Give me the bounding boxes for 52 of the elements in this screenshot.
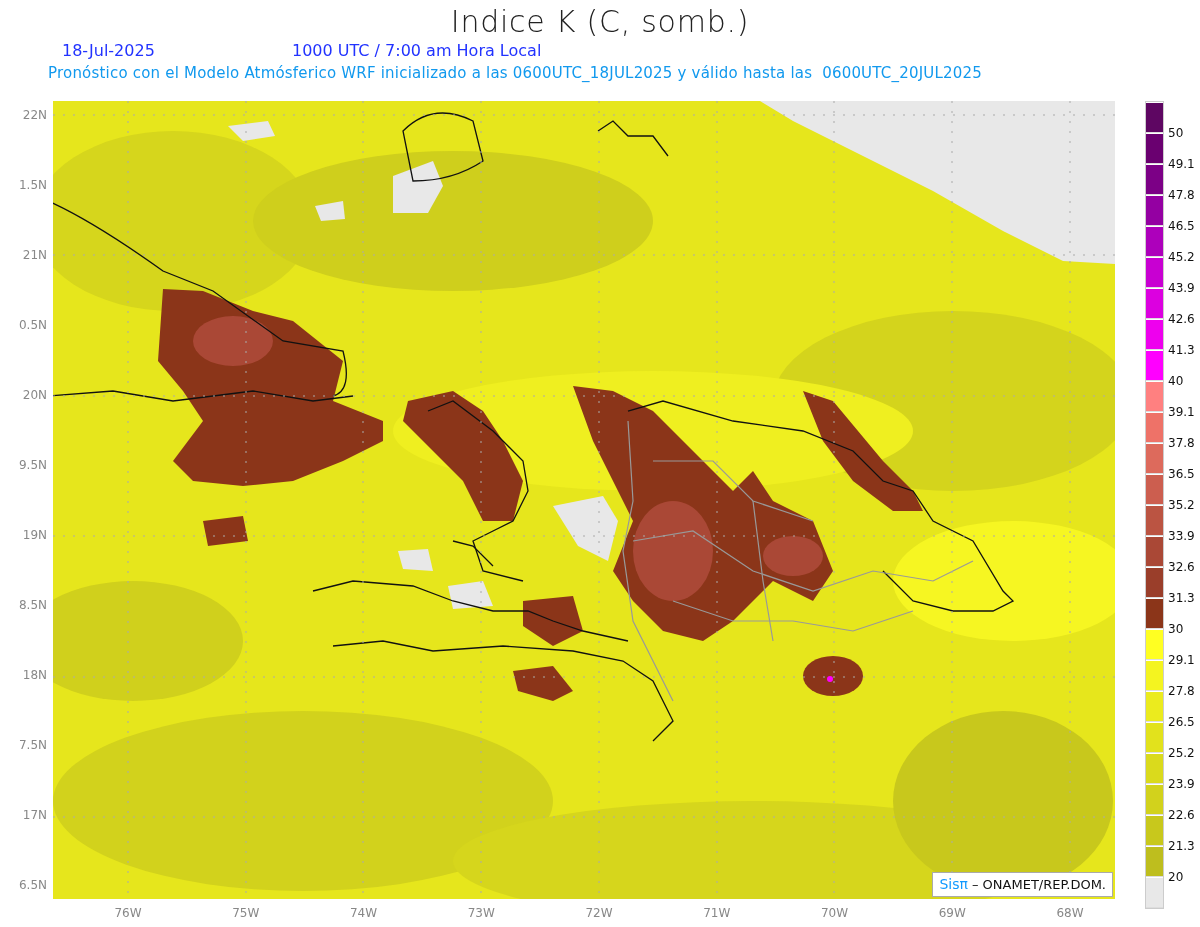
- legend-label: 40: [1168, 374, 1184, 388]
- latitude-label: 1.5N: [18, 177, 47, 193]
- subtitle-text: Pronóstico con el Modelo Atmósferico WRF inicializado a las 0600UTC_18JUL2025 y válido hasta las 0600UTC_20JUL2025: [48, 62, 982, 84]
- latitude-label: 18N: [22, 667, 47, 683]
- legend-label: 30: [1168, 622, 1184, 636]
- legend-label: 39.1: [1168, 405, 1195, 419]
- latitude-label: 17N: [22, 807, 47, 823]
- latitude-label: 19N: [22, 527, 47, 543]
- legend-label: 47.8: [1168, 188, 1195, 202]
- legend-label: 45.2: [1168, 250, 1195, 264]
- longitude-label: 71W: [702, 905, 732, 921]
- longitude-label: 69W: [937, 905, 967, 921]
- legend-label: 42.6: [1168, 312, 1195, 326]
- longitude-label: 68W: [1055, 905, 1085, 921]
- time-text: 1000 UTC / 7:00 am Hora Local: [292, 40, 542, 62]
- legend-label: 26.5: [1168, 715, 1195, 729]
- latitude-label: 8.5N: [18, 597, 47, 613]
- credit-text: – ONAMET/REP.DOM.: [971, 875, 1106, 894]
- longitude-label: 73W: [466, 905, 496, 921]
- latitude-label: 6.5N: [18, 877, 47, 893]
- legend-label: 37.8: [1168, 436, 1195, 450]
- legend-label: 23.9: [1168, 777, 1195, 791]
- longitude-label: 74W: [348, 905, 379, 921]
- legend-label: 27.8: [1168, 684, 1195, 698]
- longitude-label: 75W: [231, 905, 261, 921]
- longitude-label: 76W: [113, 905, 143, 921]
- legend-label: 31.3: [1168, 591, 1195, 605]
- latitude-label: 20N: [22, 387, 47, 403]
- legend-label: 49.1: [1168, 157, 1195, 171]
- longitude-label: 70W: [819, 905, 850, 921]
- legend-label: 41.3: [1168, 343, 1195, 357]
- latitude-label: 0.5N: [18, 317, 47, 333]
- latitude-label: 9.5N: [18, 457, 47, 473]
- chart-title: Indice K (C, somb.): [450, 4, 750, 40]
- legend-label: 35.2: [1168, 498, 1195, 512]
- legend-label: 20: [1168, 870, 1184, 884]
- legend-label: 46.5: [1168, 219, 1195, 233]
- latitude-label: 22N: [22, 107, 47, 123]
- date-text: 18-Jul-2025: [62, 40, 156, 62]
- legend-label: 43.9: [1168, 281, 1195, 295]
- legend-label: 21.3: [1168, 839, 1195, 853]
- latitude-label: 21N: [22, 247, 47, 263]
- legend-label: 32.6: [1168, 560, 1195, 574]
- longitude-label: 72W: [584, 905, 614, 921]
- legend-label: 36.5: [1168, 467, 1195, 481]
- legend-label: 29.1: [1168, 653, 1195, 667]
- legend-label: 22.6: [1168, 808, 1195, 822]
- legend-label: 25.2: [1168, 746, 1195, 760]
- logo-text: Sisπ: [939, 875, 968, 894]
- legend-label: 33.9: [1168, 529, 1195, 543]
- latitude-label: 7.5N: [18, 737, 47, 753]
- legend-label: 50: [1168, 126, 1184, 140]
